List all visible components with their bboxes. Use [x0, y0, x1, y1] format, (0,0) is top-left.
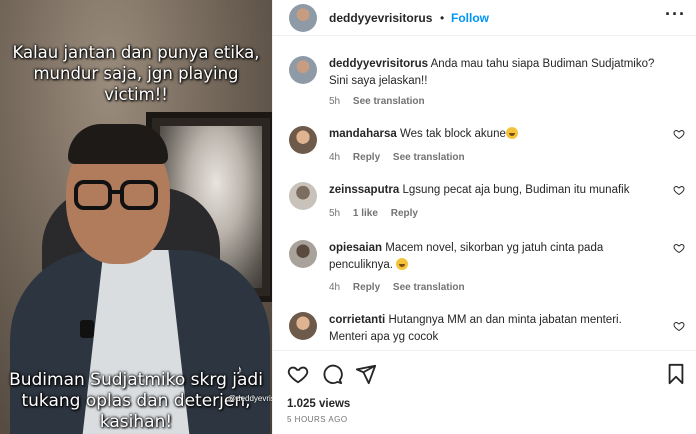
comment-username[interactable]: deddyyevrisitorus	[329, 58, 428, 70]
reply-button[interactable]: Reply	[353, 282, 380, 293]
see-translation-button[interactable]: See translation	[353, 96, 425, 107]
avatar[interactable]	[289, 312, 317, 340]
heart-icon[interactable]	[673, 128, 685, 140]
post-panel: deddyyevrisitorus • Follow ··· deddyyevr…	[272, 0, 696, 434]
comment-meta: 5h See translation	[329, 96, 435, 107]
comment-meta: 4h Reply See translation	[329, 152, 475, 163]
follow-button[interactable]: Follow	[451, 11, 489, 25]
comment-likes[interactable]: 1 like	[353, 208, 378, 219]
comment-meta: 4h Reply See translation	[329, 282, 475, 293]
grinning-emoji	[396, 258, 409, 270]
lapel-mic	[80, 320, 94, 338]
view-count[interactable]: 1.025 views	[287, 398, 350, 410]
comment-icon[interactable]	[321, 363, 343, 385]
tiktok-watermark-handle: @deddyevrisitorus	[228, 394, 272, 403]
heart-icon[interactable]	[287, 363, 309, 385]
author-username[interactable]: deddyyevrisitorus	[329, 11, 432, 25]
comment-time: 5h	[329, 208, 341, 219]
avatar[interactable]	[289, 56, 317, 84]
comment-time: 5h	[329, 96, 341, 107]
comment-text: Wes tak block akune	[399, 128, 506, 140]
bookmark-icon[interactable]	[665, 363, 687, 385]
reply-button[interactable]: Reply	[353, 152, 380, 163]
comment-time: 4h	[329, 152, 341, 163]
comment-username[interactable]: mandaharsa	[329, 128, 397, 140]
comment-text: Lgsung pecat aja bung, Budiman itu munaf…	[402, 184, 630, 196]
post-header: deddyyevrisitorus • Follow ···	[273, 0, 696, 36]
person-hair	[68, 124, 168, 164]
share-icon[interactable]	[355, 363, 377, 385]
comment-time: 4h	[329, 282, 341, 293]
comment-username[interactable]: corrietanti	[329, 314, 385, 326]
see-translation-button[interactable]: See translation	[393, 282, 465, 293]
heart-icon[interactable]	[673, 242, 685, 254]
header-separator: •	[440, 11, 445, 25]
see-translation-button[interactable]: See translation	[393, 152, 465, 163]
person-glasses	[74, 180, 160, 210]
video-caption-bottom: Budiman Sudjatmiko skrg jadi tukang opla…	[9, 370, 263, 432]
more-options-icon[interactable]: ···	[665, 4, 686, 25]
heart-icon[interactable]	[673, 320, 685, 332]
avatar[interactable]	[289, 182, 317, 210]
avatar[interactable]	[289, 4, 317, 32]
tiktok-logo: ♪	[236, 362, 243, 377]
comment-username[interactable]: zeinssaputra	[329, 184, 399, 196]
avatar[interactable]	[289, 240, 317, 268]
action-bar: 1.025 views 5 HOURS AGO	[273, 350, 696, 434]
video-caption-top: Kalau jantan dan punya etika, mundur saj…	[12, 43, 260, 104]
post-video[interactable]: Kalau jantan dan punya etika, mundur saj…	[0, 0, 272, 434]
comment-meta: 5h 1 like Reply	[329, 208, 428, 219]
avatar[interactable]	[289, 126, 317, 154]
post-timestamp: 5 HOURS AGO	[287, 415, 348, 424]
comments-list[interactable]: deddyyevrisitorus Anda mau tahu siapa Bu…	[273, 36, 696, 350]
heart-icon[interactable]	[673, 184, 685, 196]
reply-button[interactable]: Reply	[391, 208, 418, 219]
grinning-sweat-emoji	[505, 127, 518, 139]
comment-username[interactable]: opiesaian	[329, 242, 382, 254]
